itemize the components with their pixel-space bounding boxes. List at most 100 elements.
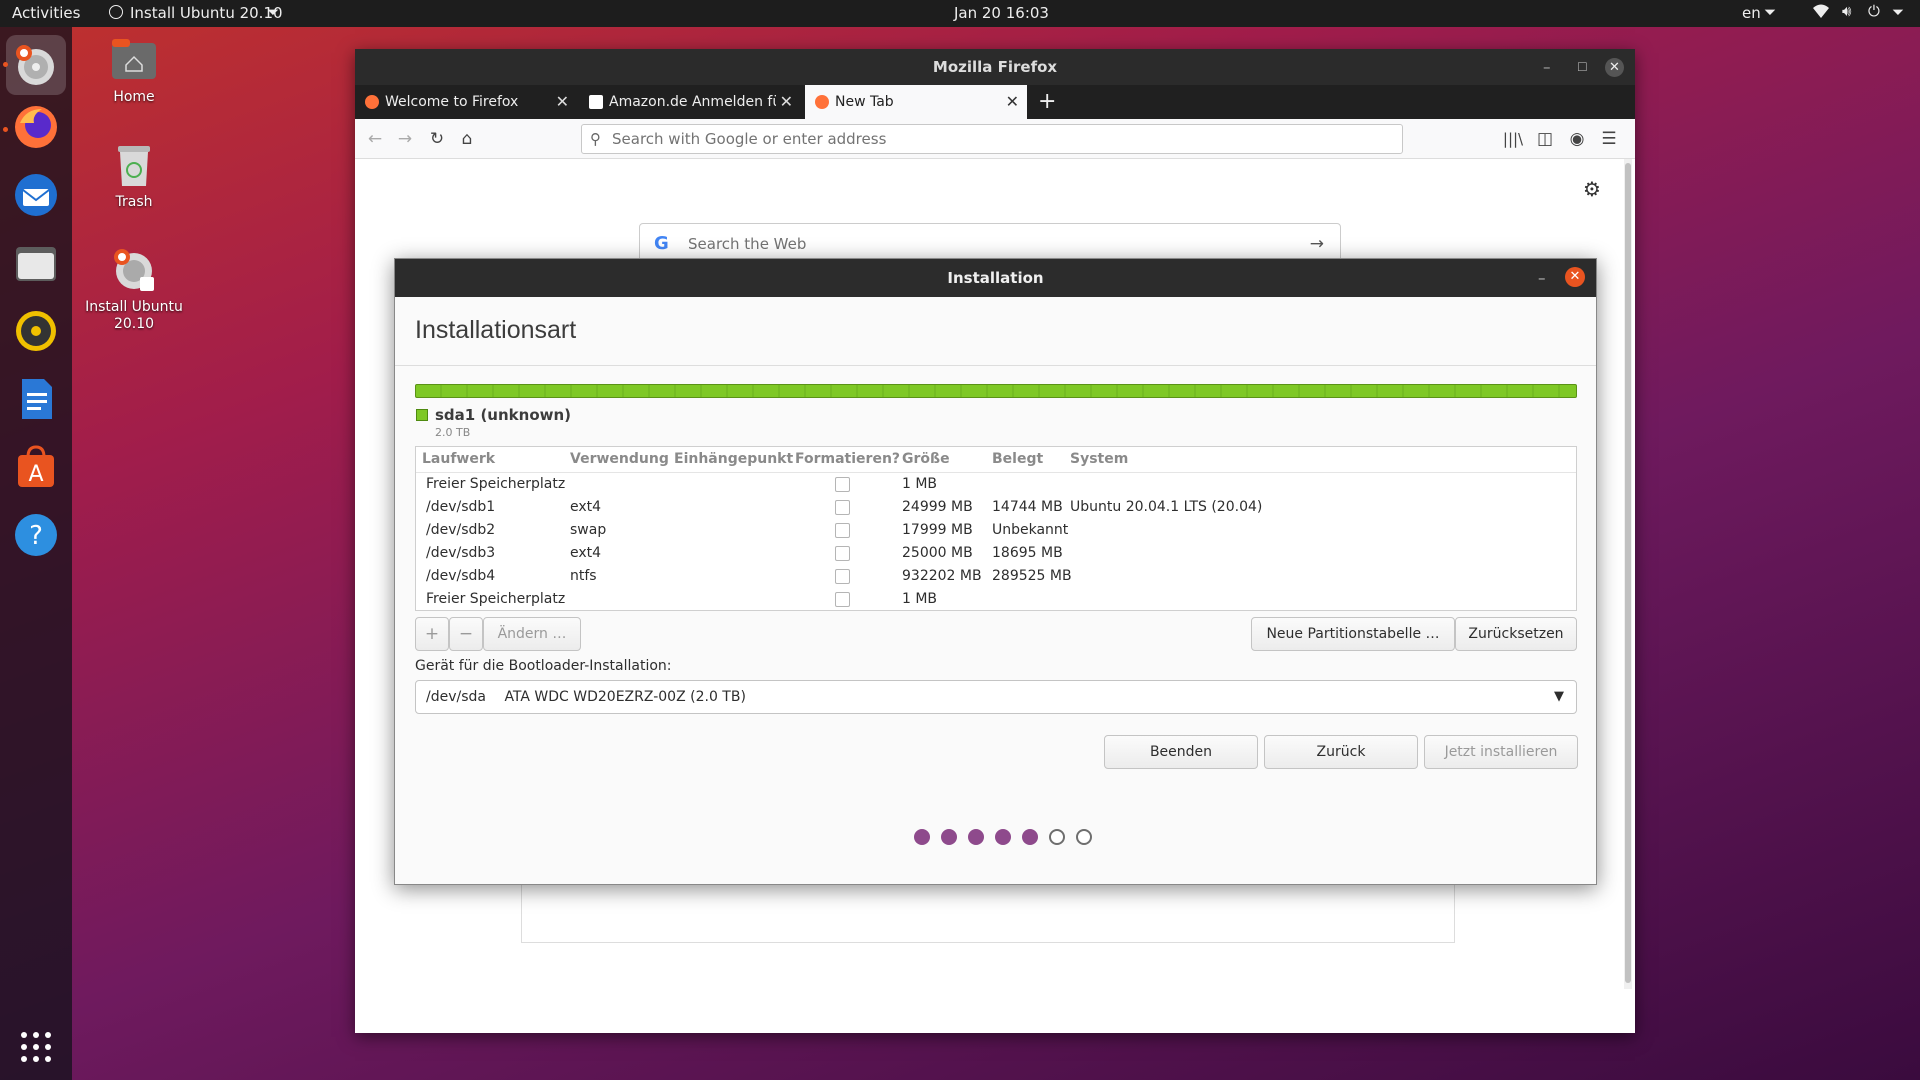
- close-icon[interactable]: ✕: [1605, 58, 1624, 77]
- new-partition-table-button[interactable]: Neue Partitionstabelle …: [1251, 617, 1455, 651]
- cell-size: 25000 MB: [902, 545, 973, 561]
- column-header[interactable]: Größe: [902, 451, 950, 467]
- firefox-icon[interactable]: [12, 103, 60, 151]
- chevron-down-icon: ▼: [1554, 689, 1564, 704]
- reset-button[interactable]: Zurücksetzen: [1455, 617, 1577, 651]
- firefox-favicon-icon: [815, 95, 829, 109]
- home-icon[interactable]: ⌂: [455, 127, 479, 151]
- minimize-icon[interactable]: –: [1543, 49, 1551, 85]
- volume-icon[interactable]: 🔊︎: [1842, 2, 1851, 20]
- format-checkbox[interactable]: [835, 569, 850, 584]
- header-divider: [416, 472, 1576, 473]
- sidebar-icon[interactable]: ◫: [1533, 127, 1557, 151]
- chevron-down-icon[interactable]: ⏷: [1892, 3, 1904, 21]
- back-button[interactable]: Zurück: [1264, 735, 1418, 769]
- cell-system: Ubuntu 20.04.1 LTS (20.04): [1070, 499, 1263, 515]
- divider: [395, 365, 1596, 366]
- progress-step-dot: [1022, 829, 1038, 845]
- desktop-home[interactable]: Home: [79, 35, 189, 106]
- quit-button[interactable]: Beenden: [1104, 735, 1258, 769]
- chevron-down-icon[interactable]: ⏷: [1764, 3, 1776, 21]
- back-icon[interactable]: ←: [363, 127, 387, 151]
- running-indicator: [3, 62, 8, 67]
- cell-size: 17999 MB: [902, 522, 973, 538]
- table-row[interactable]: Freier Speicherplatz 1 MB: [416, 589, 1576, 612]
- files-icon[interactable]: [12, 239, 60, 287]
- gear-icon[interactable]: ⚙: [1583, 177, 1601, 201]
- trash-icon: [110, 140, 158, 190]
- install-now-button[interactable]: Jetzt installieren: [1424, 735, 1578, 769]
- format-checkbox[interactable]: [835, 546, 850, 561]
- scrollbar[interactable]: [1624, 159, 1632, 989]
- library-icon[interactable]: |||\: [1501, 127, 1525, 151]
- format-checkbox[interactable]: [835, 500, 850, 515]
- reload-icon[interactable]: ↻: [425, 127, 449, 151]
- cell-size: 1 MB: [902, 591, 938, 607]
- format-checkbox[interactable]: [835, 592, 850, 607]
- close-tab-icon[interactable]: ✕: [775, 85, 793, 119]
- wifi-icon[interactable]: [1812, 3, 1830, 23]
- column-header[interactable]: Formatieren?: [795, 451, 900, 467]
- web-search-box[interactable]: G Search the Web →: [639, 223, 1341, 263]
- table-row[interactable]: /dev/sdb3 ext4 25000 MB 18695 MB: [416, 543, 1576, 566]
- tab-welcome[interactable]: Welcome to Firefox ✕: [355, 85, 577, 119]
- amazon-favicon-icon: [589, 95, 603, 109]
- newtab-card: [521, 885, 1455, 943]
- tab-label: New Tab: [835, 94, 894, 110]
- partition-table: Laufwerk Verwendung Einhängepunkt Format…: [415, 446, 1577, 611]
- libreoffice-writer-icon[interactable]: [12, 375, 60, 423]
- table-row[interactable]: /dev/sdb1 ext4 24999 MB 14744 MB Ubuntu …: [416, 497, 1576, 520]
- maximize-icon[interactable]: ☐: [1577, 49, 1588, 85]
- add-partition-button[interactable]: +: [415, 617, 449, 651]
- format-checkbox[interactable]: [835, 477, 850, 492]
- power-icon[interactable]: ⏻: [1868, 2, 1880, 20]
- installer-indicator-icon: [109, 5, 123, 19]
- remove-partition-button[interactable]: −: [449, 617, 483, 651]
- partition-size: 2.0 TB: [435, 426, 471, 439]
- cell-size: 932202 MB: [902, 568, 982, 584]
- account-icon[interactable]: ◉: [1565, 127, 1589, 151]
- help-icon[interactable]: ?: [12, 511, 60, 559]
- keyboard-layout[interactable]: en: [1742, 4, 1761, 22]
- table-row[interactable]: Freier Speicherplatz 1 MB: [416, 474, 1576, 497]
- menu-icon[interactable]: ☰: [1597, 127, 1621, 151]
- close-icon[interactable]: ✕: [1565, 267, 1585, 287]
- chevron-down-icon[interactable]: ⏷: [267, 3, 279, 21]
- table-row[interactable]: /dev/sdb4 ntfs 932202 MB 289525 MB: [416, 566, 1576, 589]
- tab-amazon[interactable]: Amazon.de Anmelden für ✕: [579, 85, 801, 119]
- new-tab-icon[interactable]: +: [1038, 89, 1056, 114]
- rhythmbox-icon[interactable]: [12, 307, 60, 355]
- show-apps-icon[interactable]: [12, 1023, 60, 1071]
- progress-step-dot: [1076, 829, 1092, 845]
- column-header[interactable]: Belegt: [992, 451, 1043, 467]
- desktop-install-label: Install Ubuntu 20.10: [85, 299, 183, 332]
- url-bar[interactable]: ⚲ Search with Google or enter address: [581, 124, 1403, 154]
- desktop-trash[interactable]: Trash: [79, 140, 189, 211]
- nav-toolbar: ← → ↻ ⌂ ⚲ Search with Google or enter ad…: [355, 119, 1635, 159]
- change-partition-button[interactable]: Ändern …: [483, 617, 581, 651]
- close-tab-icon[interactable]: ✕: [1006, 85, 1019, 119]
- ubuntu-installer-icon[interactable]: [6, 35, 66, 95]
- column-header[interactable]: Laufwerk: [422, 451, 495, 467]
- tab-label: Amazon.de Anmelden für: [609, 94, 787, 110]
- thunderbird-icon[interactable]: [12, 171, 60, 219]
- minimize-icon[interactable]: –: [1538, 259, 1546, 297]
- forward-icon[interactable]: →: [393, 127, 417, 151]
- tab-new-tab[interactable]: New Tab ✕: [805, 85, 1027, 119]
- software-center-icon[interactable]: A: [12, 443, 60, 491]
- column-header[interactable]: System: [1070, 451, 1128, 467]
- format-checkbox[interactable]: [835, 523, 850, 538]
- desktop-install-ubuntu[interactable]: Install Ubuntu 20.10: [79, 245, 189, 333]
- cell-use: swap: [570, 522, 607, 538]
- cell-size: 1 MB: [902, 476, 938, 492]
- app-menu[interactable]: Install Ubuntu 20.10: [130, 4, 283, 22]
- cell-drive: /dev/sdb1: [426, 499, 496, 515]
- cell-drive: /dev/sdb4: [426, 568, 496, 584]
- activities-button[interactable]: Activities: [12, 4, 80, 22]
- column-header[interactable]: Einhängepunkt: [674, 451, 793, 467]
- bootloader-select[interactable]: /dev/sda ATA WDC WD20EZRZ-00Z (2.0 TB) ▼: [415, 680, 1577, 714]
- clock[interactable]: Jan 20 16:03: [954, 4, 1049, 22]
- close-tab-icon[interactable]: ✕: [556, 85, 569, 119]
- column-header[interactable]: Verwendung: [570, 451, 669, 467]
- table-row[interactable]: /dev/sdb2 swap 17999 MB Unbekannt: [416, 520, 1576, 543]
